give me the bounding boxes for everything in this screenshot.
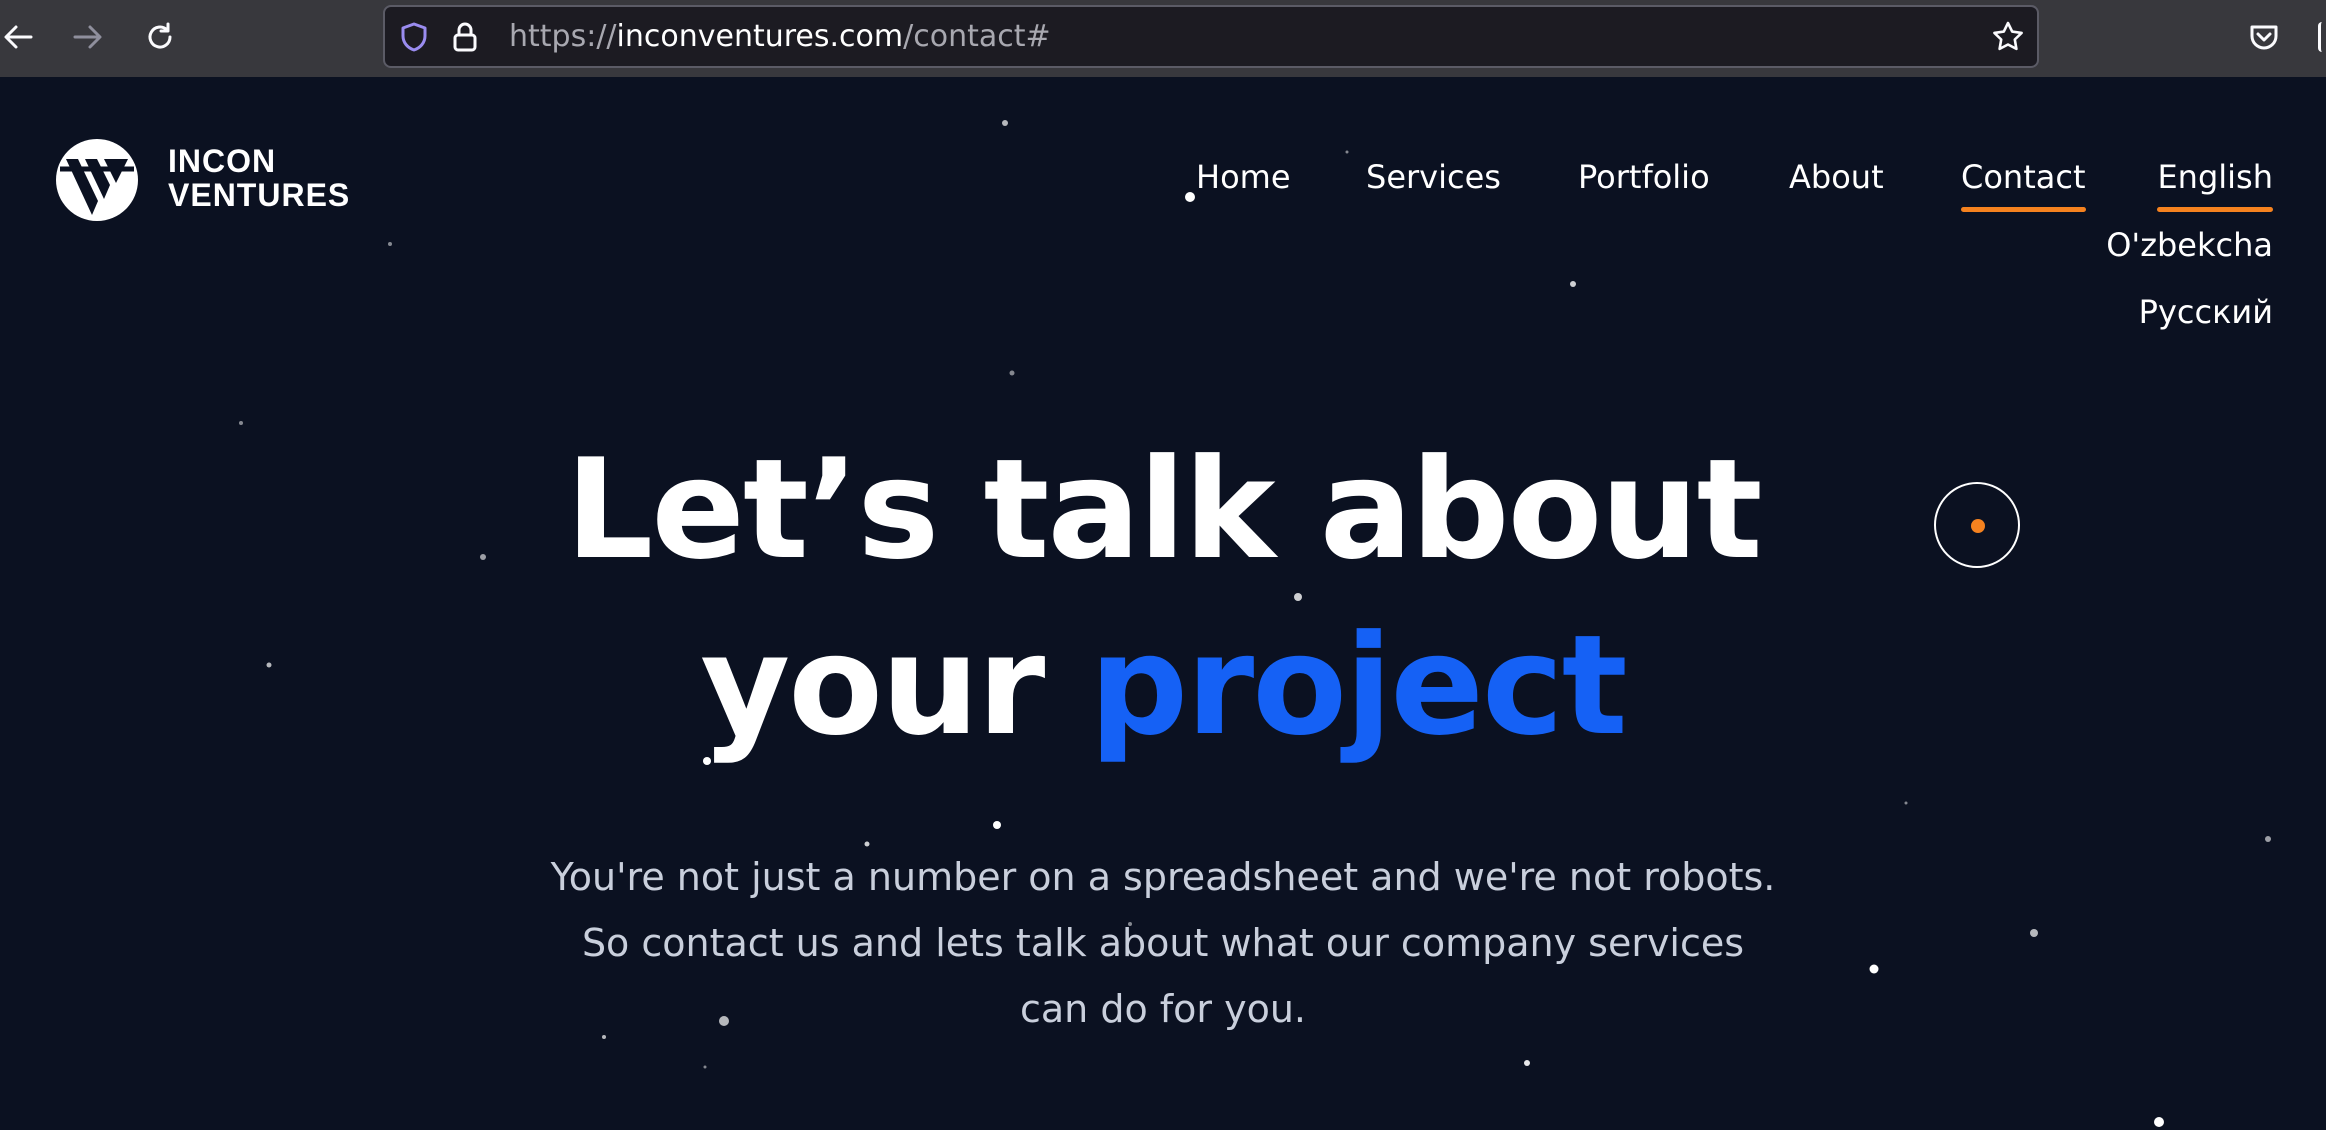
incon-ventures-logo-icon[interactable] xyxy=(52,135,142,225)
hero-title-line-2: your project xyxy=(0,598,2326,774)
hero-title-accent: project xyxy=(1089,605,1627,766)
nav-link-portfolio[interactable]: Portfolio xyxy=(1578,158,1710,196)
hero-subtitle-line-1: You're not just a number on a spreadshee… xyxy=(550,855,1776,899)
address-bar[interactable]: https://inconventures.com/contact# xyxy=(383,5,2039,68)
hero-title-plain: your xyxy=(700,605,1045,766)
language-option-russian[interactable]: Русский xyxy=(2139,293,2273,331)
overflow-menu-icon[interactable] xyxy=(2318,22,2326,52)
browser-toolbar: https://inconventures.com/contact# xyxy=(0,0,2326,77)
url-domain: inconventures.com xyxy=(616,19,904,54)
pocket-icon[interactable] xyxy=(2234,0,2294,74)
language-option-uzbek[interactable]: O'zbekcha xyxy=(2106,226,2273,264)
nav-link-contact[interactable]: Contact xyxy=(1961,158,2086,212)
brand-line-1: INCON xyxy=(168,143,277,179)
nav-link-home[interactable]: Home xyxy=(1196,158,1291,196)
hero-title: Let’s talk about your project xyxy=(0,422,2326,774)
star-icon[interactable] xyxy=(1991,7,2025,66)
url-prefix: https:// xyxy=(509,19,617,54)
language-selector[interactable]: English xyxy=(2157,158,2273,212)
lock-icon[interactable] xyxy=(451,7,479,66)
hero-subtitle-line-2: So contact us and lets talk about what o… xyxy=(581,921,1745,965)
hero-subtitle: You're not just a number on a spreadshee… xyxy=(470,844,1856,1042)
brand-name[interactable]: INCON VENTURES xyxy=(168,144,350,212)
url-text[interactable]: https://inconventures.com/contact# xyxy=(509,7,1051,66)
back-arrow-icon[interactable] xyxy=(0,0,48,74)
nav-link-about[interactable]: About xyxy=(1789,158,1884,196)
brand-line-2: VENTURES xyxy=(168,177,351,213)
cursor-dot-icon xyxy=(1971,519,1985,533)
forward-arrow-icon[interactable] xyxy=(58,0,118,74)
reload-icon[interactable] xyxy=(130,0,190,74)
nav-link-services[interactable]: Services xyxy=(1366,158,1501,196)
url-path: /contact# xyxy=(903,19,1051,54)
shield-icon[interactable] xyxy=(399,7,429,66)
hero-subtitle-line-3: can do for you. xyxy=(1019,987,1307,1031)
